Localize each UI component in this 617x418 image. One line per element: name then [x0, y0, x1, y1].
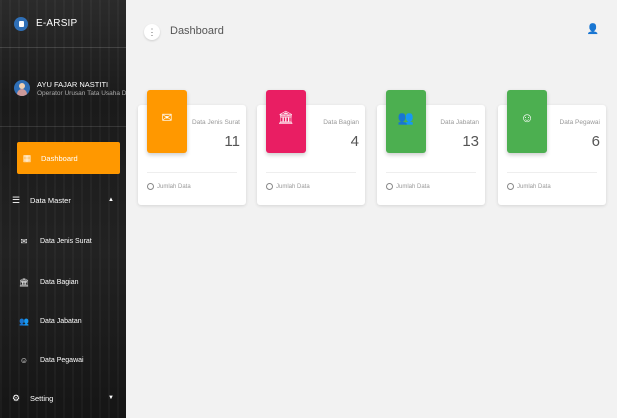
caret-down-icon: ▼: [108, 395, 114, 401]
card-value: 4: [350, 133, 359, 150]
bank-icon: 🏛: [18, 277, 30, 287]
sidebar-item-label: Dashboard: [41, 153, 78, 163]
card-divider: [507, 172, 597, 173]
stat-card-pegawai[interactable]: ☺ Data Pegawai 6 Jumlah Data: [498, 90, 606, 205]
card-footer-text: Jumlah Data: [517, 183, 551, 190]
card-label: Data Pegawai: [559, 119, 600, 126]
circle-icon: [507, 183, 514, 190]
card-divider: [147, 172, 237, 173]
circle-icon: [266, 183, 273, 190]
card-footer-text: Jumlah Data: [396, 183, 430, 190]
card-footer: Jumlah Data: [266, 183, 310, 190]
brand[interactable]: E-ARSIP: [0, 0, 126, 48]
circle-icon: [147, 183, 154, 190]
sidebar: E-ARSIP AYU FAJAR NASTITI Operator Urusa…: [0, 0, 126, 418]
face-icon: ☺: [19, 355, 29, 365]
card-value: 6: [591, 133, 600, 150]
card-footer-text: Jumlah Data: [157, 183, 191, 190]
gear-icon: ⚙: [11, 392, 21, 403]
card-label: Data Jabatan: [440, 119, 479, 126]
group-icon: 👥: [386, 90, 426, 153]
circle-icon: [386, 183, 393, 190]
bank-icon: 🏛: [266, 90, 306, 153]
sidebar-item-bagian[interactable]: 🏛 Data Bagian: [0, 267, 126, 297]
face-icon: ☺: [507, 90, 547, 153]
card-value: 11: [224, 133, 240, 150]
card-label: Data Jenis Surat: [191, 119, 240, 126]
card-footer-text: Jumlah Data: [276, 183, 310, 190]
sidebar-item-pegawai[interactable]: ☺ Data Pegawai: [0, 345, 126, 375]
card-footer: Jumlah Data: [507, 183, 551, 190]
sidebar-item-label: Data Pegawai: [40, 356, 84, 364]
menu-toggle-icon[interactable]: ⋮: [144, 24, 160, 40]
user-role: Operator Urusan Tata Usaha Da: [37, 90, 126, 97]
logo-icon: [14, 16, 28, 31]
stat-card-jabatan[interactable]: 👥 Data Jabatan 13 Jumlah Data: [377, 90, 485, 205]
card-footer: Jumlah Data: [147, 183, 191, 190]
user-name: AYU FAJAR NASTITI: [37, 80, 109, 89]
group-icon: 👥: [19, 316, 29, 326]
sidebar-item-jabatan[interactable]: 👥 Data Jabatan: [0, 306, 126, 336]
brand-name: E-ARSIP: [36, 18, 78, 29]
sidebar-item-dashboard[interactable]: ▦ Dashboard: [17, 142, 120, 174]
user-panel: AYU FAJAR NASTITI Operator Urusan Tata U…: [0, 62, 126, 120]
sidebar-item-data-master[interactable]: ☰ Data Master ▲: [0, 185, 126, 215]
avatar: [14, 80, 30, 96]
stat-card-jenis-surat[interactable]: ✉ Data Jenis Surat 11 Jumlah Data: [138, 90, 246, 205]
envelope-icon: ✉: [147, 90, 187, 153]
list-icon: ☰: [11, 194, 21, 205]
page-title: Dashboard: [170, 25, 224, 37]
card-divider: [386, 172, 476, 173]
card-label: Data Bagian: [323, 119, 359, 126]
sidebar-item-label: Data Master: [30, 195, 71, 205]
topbar: ⋮ Dashboard 👤: [126, 0, 617, 60]
sidebar-item-setting[interactable]: ⚙ Setting ▼: [0, 383, 126, 413]
sidebar-item-jenis-surat[interactable]: ✉ Data Jenis Surat: [0, 226, 126, 256]
card-footer: Jumlah Data: [386, 183, 430, 190]
sidebar-item-label: Data Jenis Surat: [40, 237, 92, 245]
card-divider: [266, 172, 356, 173]
stat-card-bagian[interactable]: 🏛 Data Bagian 4 Jumlah Data: [257, 90, 365, 205]
sidebar-divider: [0, 126, 126, 127]
envelope-icon: ✉: [20, 236, 28, 246]
dashboard-icon: ▦: [22, 152, 32, 163]
sidebar-item-label: Data Bagian: [40, 278, 79, 286]
sidebar-item-label: Setting: [30, 393, 54, 403]
caret-up-icon: ▲: [108, 197, 114, 203]
sidebar-item-label: Data Jabatan: [40, 317, 82, 325]
card-value: 13: [462, 133, 479, 150]
user-menu-icon[interactable]: 👤: [587, 24, 599, 35]
